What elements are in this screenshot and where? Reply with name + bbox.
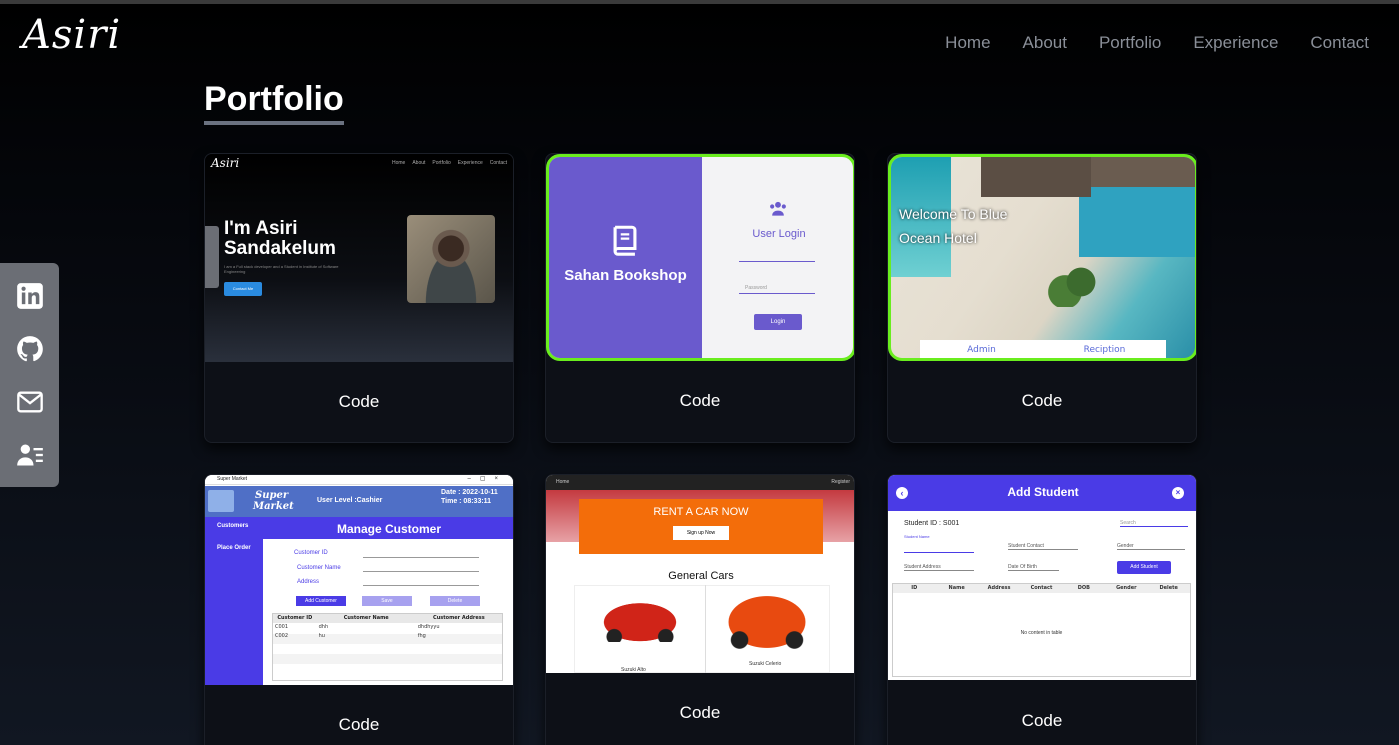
nav-about[interactable]: About (1023, 33, 1067, 53)
close-icon: × (1172, 487, 1184, 499)
nav-contact[interactable]: Contact (1310, 33, 1369, 53)
car-image-alto (594, 598, 686, 642)
project-card-rent-a-car: Home Register RENT A CAR NOW Sign up Now… (545, 474, 855, 745)
top-border (0, 0, 1399, 4)
project-card-portfolio: Asiri Home About Portfolio Experience Contac… (204, 153, 514, 443)
project-screenshot[interactable]: Sahan Bookshop User Login Password Login (546, 154, 854, 361)
profile-photo (407, 215, 495, 303)
main-nav: Home About Portfolio Experience Contact (945, 33, 1369, 53)
contact-card-icon[interactable] (16, 441, 44, 469)
project-screenshot[interactable]: Asiri Home About Portfolio Experience Contac… (205, 154, 513, 362)
project-card-bookshop: Sahan Bookshop User Login Password Login… (545, 153, 855, 443)
project-screenshot[interactable]: Welcome To Blue Ocean Hotel Admin Recipt… (888, 154, 1196, 361)
project-card-add-student: ‹ Add Student × Student ID : S001 Search… (887, 474, 1197, 745)
code-link[interactable]: Code (205, 715, 513, 735)
project-screenshot[interactable]: ‹ Add Student × Student ID : S001 Search… (888, 475, 1196, 680)
linkedin-icon[interactable] (16, 282, 44, 310)
book-icon (613, 225, 637, 256)
code-link[interactable]: Code (888, 391, 1196, 411)
section-title: Portfolio (204, 80, 344, 125)
nav-experience[interactable]: Experience (1193, 33, 1278, 53)
code-link[interactable]: Code (205, 392, 513, 412)
users-icon (770, 201, 786, 216)
code-link[interactable]: Code (546, 703, 854, 723)
site-logo[interactable]: Asiri (22, 12, 121, 58)
mail-icon[interactable] (16, 388, 44, 416)
social-sidebar (0, 263, 59, 487)
admin-tab: Admin (967, 345, 996, 355)
code-link[interactable]: Code (546, 391, 854, 411)
nav-portfolio[interactable]: Portfolio (1099, 33, 1161, 53)
code-link[interactable]: Code (888, 711, 1196, 731)
nav-home[interactable]: Home (945, 33, 990, 53)
hero-line1: I'm Asiri (224, 218, 298, 239)
github-icon[interactable] (16, 335, 44, 363)
reception-tab: Reciption (1083, 345, 1126, 355)
hero-line2: Sandakelum (224, 238, 336, 259)
project-card-hotel: Welcome To Blue Ocean Hotel Admin Recipt… (887, 153, 1197, 443)
car-image-celerio (718, 589, 816, 649)
project-screenshot[interactable]: Home Register RENT A CAR NOW Sign up Now… (546, 475, 854, 673)
project-screenshot[interactable]: Super Market –▢× Super Market User Level… (205, 475, 513, 685)
project-card-supermarket: Super Market –▢× Super Market User Level… (204, 474, 514, 745)
